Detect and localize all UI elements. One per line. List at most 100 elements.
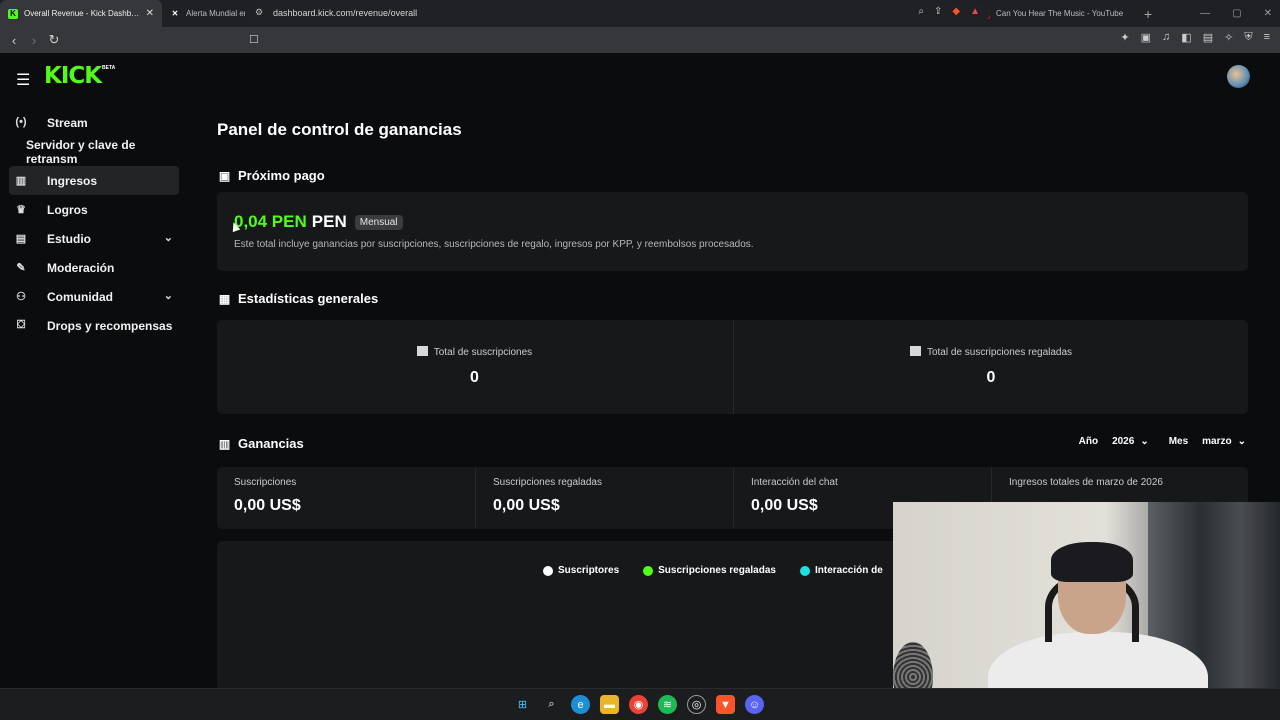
wallet-icon[interactable]: ▤ (1203, 31, 1213, 44)
chevron-down-icon[interactable]: ⌄ (164, 289, 173, 302)
sidebar-item[interactable]: ⛋ Drops y recompensas (9, 311, 179, 340)
earnings-cell: Suscripciones regaladas 0,00 US$ (475, 467, 732, 527)
chevron-down-icon[interactable]: ⌄ (164, 231, 173, 244)
browser-tab[interactable]: ▶Can You Hear The Music - YouTube (972, 0, 1134, 27)
address-bar[interactable]: ⚙ dashboard.kick.com/revenue/overall ⌕ ⇪… (245, 3, 990, 23)
earnings-cell-label: Suscripciones (234, 477, 297, 488)
kick-logo[interactable]: KICK (44, 63, 102, 89)
legend-dot (643, 565, 654, 576)
leo-icon[interactable]: ✧ (1224, 31, 1233, 44)
forward-icon[interactable]: › (24, 30, 44, 50)
address-bar-icons: ⌕ ⇪ ◆ ▲ (918, 6, 980, 17)
beta-label: BETA (102, 65, 116, 71)
frequency-badge: Mensual (354, 214, 403, 230)
windows-start-icon[interactable]: ⊞ (513, 695, 532, 714)
search-icon[interactable]: ⌕ (542, 695, 561, 714)
vpn-icon[interactable]: ⛨ (1244, 31, 1252, 44)
brave-icon[interactable]: ▼ (716, 695, 735, 714)
general-stats-card: Total de suscripciones 0 Total de suscri… (217, 320, 1248, 414)
menu-icon[interactable]: ≡ (1264, 31, 1270, 44)
avatar[interactable] (1227, 65, 1250, 88)
edge-icon[interactable]: e (571, 695, 590, 714)
earnings-cell-label: Ingresos totales de marzo de 2026 (1009, 477, 1163, 488)
spotify-icon[interactable]: ≋ (658, 695, 677, 714)
sidebar-item-label: Ingresos (47, 173, 98, 188)
browser-toolbar: ‹ › ↻ (0, 27, 1280, 53)
reload-icon[interactable]: ↻ (44, 30, 64, 50)
sidebar-item-label: Servidor y clave de retransm (26, 137, 136, 166)
new-tab-icon[interactable]: + (1144, 6, 1152, 22)
kick-icon: K (8, 8, 18, 19)
general-stats-heading: ▦ Estadísticas generales (218, 291, 379, 306)
users-icon: ⚇ (16, 291, 26, 303)
layout-icon: ▤ (15, 233, 27, 245)
sidebar-item-label: Logros (47, 202, 88, 217)
sidebar-item[interactable]: ♛ Logros (9, 195, 179, 224)
hamburger-menu-icon[interactable]: ☰ (16, 70, 30, 90)
maximize-icon[interactable]: ▢ (1232, 8, 1241, 19)
sidebar-item-label: Estudio (47, 231, 91, 246)
legend-dot (543, 565, 553, 576)
bar-chart-icon (909, 346, 921, 356)
sidebar-item-label: Stream (47, 115, 88, 130)
next-payment-heading: ▣ Próximo pago (218, 168, 325, 183)
chevron-down-icon: ⌄ (1237, 436, 1246, 447)
sidebar-item[interactable]: Servidor y clave de retransm (9, 137, 179, 166)
stats-icon: ▦ (218, 291, 231, 306)
chrome-icon[interactable]: ◉ (629, 695, 648, 714)
legend-dot (799, 565, 810, 576)
back-icon[interactable]: ‹ (4, 30, 24, 50)
sidebar-nav: (•) Stream Servidor y clave de retransm ▥ In… (0, 108, 190, 340)
wallet-icon: ▣ (218, 168, 231, 183)
total-subs-value: 0 (470, 369, 479, 386)
sidebar-toggle-icon[interactable]: ◧ (1181, 31, 1191, 44)
earnings-heading: ▥ Ganancias (218, 436, 304, 451)
legend-label: Suscriptores (558, 565, 620, 576)
share-icon[interactable]: ⇪ (934, 6, 942, 17)
sidebar-item[interactable]: ⚇ Comunidad ⌄ (9, 282, 179, 311)
discord-icon[interactable]: ☺ (745, 695, 764, 714)
broadcast-icon: (•) (15, 116, 27, 128)
file-explorer-icon[interactable]: ▬ (600, 695, 619, 714)
zoom-icon[interactable]: ⌕ (918, 6, 924, 17)
bar-chart-icon: ▥ (218, 436, 231, 451)
legend-item[interactable]: Suscripciones regaladas (643, 565, 776, 576)
sidebar-item-label: Moderación (47, 260, 115, 275)
rewards-icon[interactable]: ▲ (970, 6, 980, 17)
legend-item[interactable]: Suscriptores (543, 565, 619, 576)
payment-amount: 0,04 PEN PEN Mensual (234, 212, 403, 232)
sidebar-item-label: Drops y recompensas (47, 318, 173, 333)
tab-title: Overall Revenue - Kick Dashboa (24, 9, 140, 18)
tab-search-icon[interactable]: ▣ (1141, 31, 1151, 44)
tab-title: Can You Hear The Music - YouTube (996, 9, 1124, 18)
trophy-icon: ♛ (16, 204, 26, 216)
x-icon: ✕ (171, 9, 179, 18)
year-select[interactable]: 2026 ⌄ (1112, 436, 1149, 447)
year-label: Año (1078, 436, 1099, 447)
obs-icon[interactable]: ◎ (687, 695, 706, 714)
total-gifted-stat: Total de suscripciones regaladas 0 (733, 320, 1248, 414)
media-icon[interactable]: ♫ (1162, 31, 1170, 44)
extensions-icon[interactable]: ✦ (1120, 31, 1129, 44)
minimize-icon[interactable]: — (1200, 8, 1210, 19)
chart-legend: Suscriptores Suscripciones regaladas Inter… (543, 565, 883, 576)
site-settings-icon[interactable]: ⚙ (255, 7, 263, 18)
sidebar-item[interactable]: ▥ Ingresos (9, 166, 179, 195)
os-taskbar: ⊞ ⌕ e ▬ ◉ ≋ ◎ ▼ ☺ (0, 688, 1280, 720)
sidebar-item[interactable]: (•) Stream (9, 108, 179, 137)
month-select[interactable]: marzo ⌄ (1202, 436, 1246, 447)
wrench-icon: ✎ (16, 262, 26, 274)
bar-chart-icon (416, 346, 428, 356)
browser-tab[interactable]: K Overall Revenue - Kick Dashboa ✕ (0, 0, 162, 27)
sidebar-item[interactable]: ▤ Estudio ⌄ (9, 224, 179, 253)
bookmark-icon[interactable]: ☐ (249, 33, 259, 46)
close-tab-icon[interactable]: ✕ (146, 8, 154, 19)
sidebar-item-label: Comunidad (47, 289, 113, 304)
earnings-filters: Año 2026 ⌄ Mes marzo ⌄ (1079, 436, 1246, 447)
sidebar-item[interactable]: ✎ Moderación (9, 253, 179, 282)
window-controls: — ▢ ✕ (1200, 0, 1272, 27)
legend-item[interactable]: Interacción de (799, 565, 883, 576)
page-title: Panel de control de ganancias (217, 120, 462, 139)
brave-shield-icon[interactable]: ◆ (952, 6, 960, 17)
close-window-icon[interactable]: ✕ (1264, 8, 1272, 19)
